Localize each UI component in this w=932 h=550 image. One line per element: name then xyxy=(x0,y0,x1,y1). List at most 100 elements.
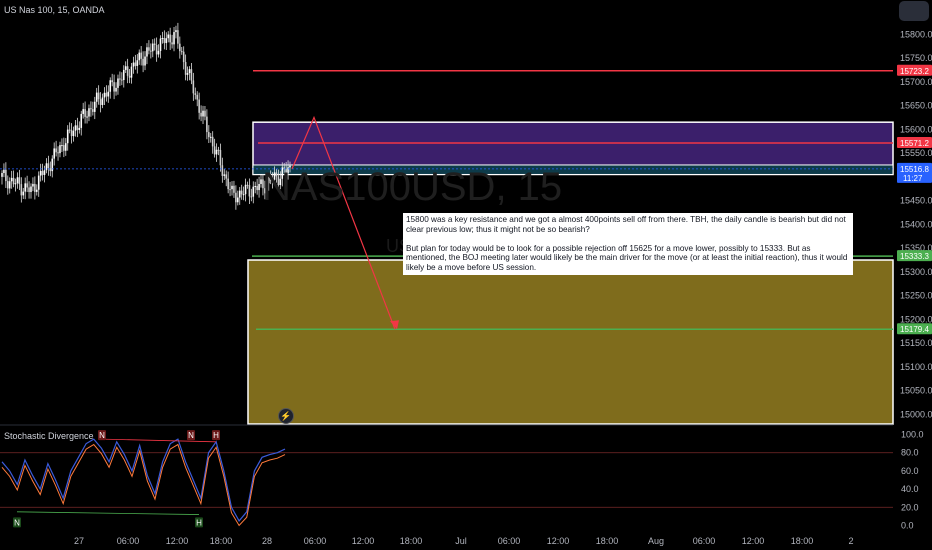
candle-body xyxy=(173,32,175,45)
time-tick-label: 18:00 xyxy=(791,536,814,546)
candle-body xyxy=(144,56,146,66)
candle-body xyxy=(57,152,59,154)
candle-body xyxy=(177,30,179,44)
candle-body xyxy=(146,47,148,57)
watermark-symbol: NAS100USD, 15 xyxy=(262,165,562,209)
candle-body xyxy=(70,130,73,137)
candle-body xyxy=(103,92,106,98)
price-tick-label: 15450.0 xyxy=(900,196,932,206)
candle-body xyxy=(107,91,110,97)
candle-body xyxy=(179,43,181,52)
candle-body xyxy=(180,51,183,53)
candle-body xyxy=(105,92,108,97)
candle-body xyxy=(3,169,5,174)
time-tick-label: 12:00 xyxy=(547,536,570,546)
candle-body xyxy=(246,184,249,186)
candle-body xyxy=(90,108,92,110)
candle-body xyxy=(74,125,77,131)
candle-body xyxy=(24,183,26,192)
price-tick-label: 15300.0 xyxy=(900,267,932,277)
candle-body xyxy=(138,52,141,61)
candle-body xyxy=(223,174,226,176)
candle-body xyxy=(217,149,220,151)
candle-body xyxy=(169,34,171,43)
candle-body xyxy=(64,143,67,151)
time-tick-label: 06:00 xyxy=(117,536,140,546)
time-tick-label: 12:00 xyxy=(352,536,375,546)
candle-body xyxy=(182,51,185,63)
price-tick-label: 15250.0 xyxy=(900,291,932,301)
candle-body xyxy=(8,181,11,189)
bear-divergence-line xyxy=(101,438,217,443)
price-tag-label: 15723.2 xyxy=(900,67,929,76)
bull-divergence-line xyxy=(16,511,200,515)
candle-body xyxy=(184,62,187,75)
candle-body xyxy=(119,78,121,80)
candle-body xyxy=(175,30,177,33)
candle-body xyxy=(204,110,206,117)
candle-body xyxy=(248,185,251,197)
candle-body xyxy=(192,80,195,94)
candles-layer xyxy=(1,22,291,210)
candle-body xyxy=(5,169,7,182)
price-tag-countdown: 11:27 xyxy=(903,174,923,183)
candle-body xyxy=(190,69,193,81)
time-tick-label: Jul xyxy=(455,536,467,546)
candle-body xyxy=(244,184,247,195)
candle-body xyxy=(18,177,21,185)
candle-body xyxy=(151,43,154,52)
price-tick-label: 15750.0 xyxy=(900,53,932,63)
candle-body xyxy=(41,170,44,175)
candle-body xyxy=(28,187,30,192)
candle-body xyxy=(16,177,19,184)
candle-body xyxy=(30,186,32,192)
osc-tick-label: 80.0 xyxy=(901,448,919,458)
candle-body xyxy=(250,196,253,198)
candle-body xyxy=(126,66,129,76)
candle-body xyxy=(229,189,231,191)
candle-body xyxy=(88,108,90,117)
candle-body xyxy=(209,136,212,138)
price-axis: 15800.0 15750.0 15700.0 15650.0 15600.0 15550… xyxy=(897,29,932,419)
candle-body xyxy=(219,150,222,166)
time-tick-label: 18:00 xyxy=(210,536,233,546)
candle-body xyxy=(124,66,127,70)
price-tag-label: 15179.4 xyxy=(900,325,929,334)
candle-body xyxy=(111,80,113,83)
candle-body xyxy=(34,183,36,192)
price-tick-label: 15600.0 xyxy=(900,124,932,134)
indicator-title: Stochastic Divergence xyxy=(4,431,94,441)
candle-body xyxy=(153,43,156,46)
price-tick-label: 15050.0 xyxy=(900,386,932,396)
time-tick-label: 12:00 xyxy=(166,536,189,546)
candle-body xyxy=(26,183,28,188)
candle-body xyxy=(80,113,83,128)
time-tick-label: 27 xyxy=(74,536,84,546)
candle-body xyxy=(59,145,61,154)
candle-body xyxy=(215,149,218,155)
candle-body xyxy=(66,129,69,144)
candle-body xyxy=(39,170,42,176)
price-tick-label: 15200.0 xyxy=(900,314,932,324)
candle-body xyxy=(92,109,94,112)
osc-tick-label: 20.0 xyxy=(901,502,919,512)
candle-body xyxy=(68,129,71,131)
osc-tick-label: 60.0 xyxy=(901,466,919,476)
chart-canvas[interactable]: 15800.0 15750.0 15700.0 15650.0 15600.0 15550… xyxy=(0,0,932,550)
candle-body xyxy=(221,165,224,176)
candle-body xyxy=(43,170,46,175)
divergence-marker-label: H xyxy=(196,518,202,527)
lightning-icon[interactable]: ⚡ xyxy=(278,408,294,424)
candle-body xyxy=(240,190,243,195)
candle-body xyxy=(32,183,34,187)
divergence-marker-label: N xyxy=(14,518,20,527)
candle-body xyxy=(242,194,245,196)
settings-button[interactable] xyxy=(899,1,929,21)
time-tick-label: 06:00 xyxy=(693,536,716,546)
candle-body xyxy=(233,185,235,193)
price-tick-label: 15700.0 xyxy=(900,77,932,87)
candle-body xyxy=(78,127,81,130)
target-zone xyxy=(247,259,894,425)
candle-body xyxy=(256,186,258,191)
candle-body xyxy=(35,189,38,192)
